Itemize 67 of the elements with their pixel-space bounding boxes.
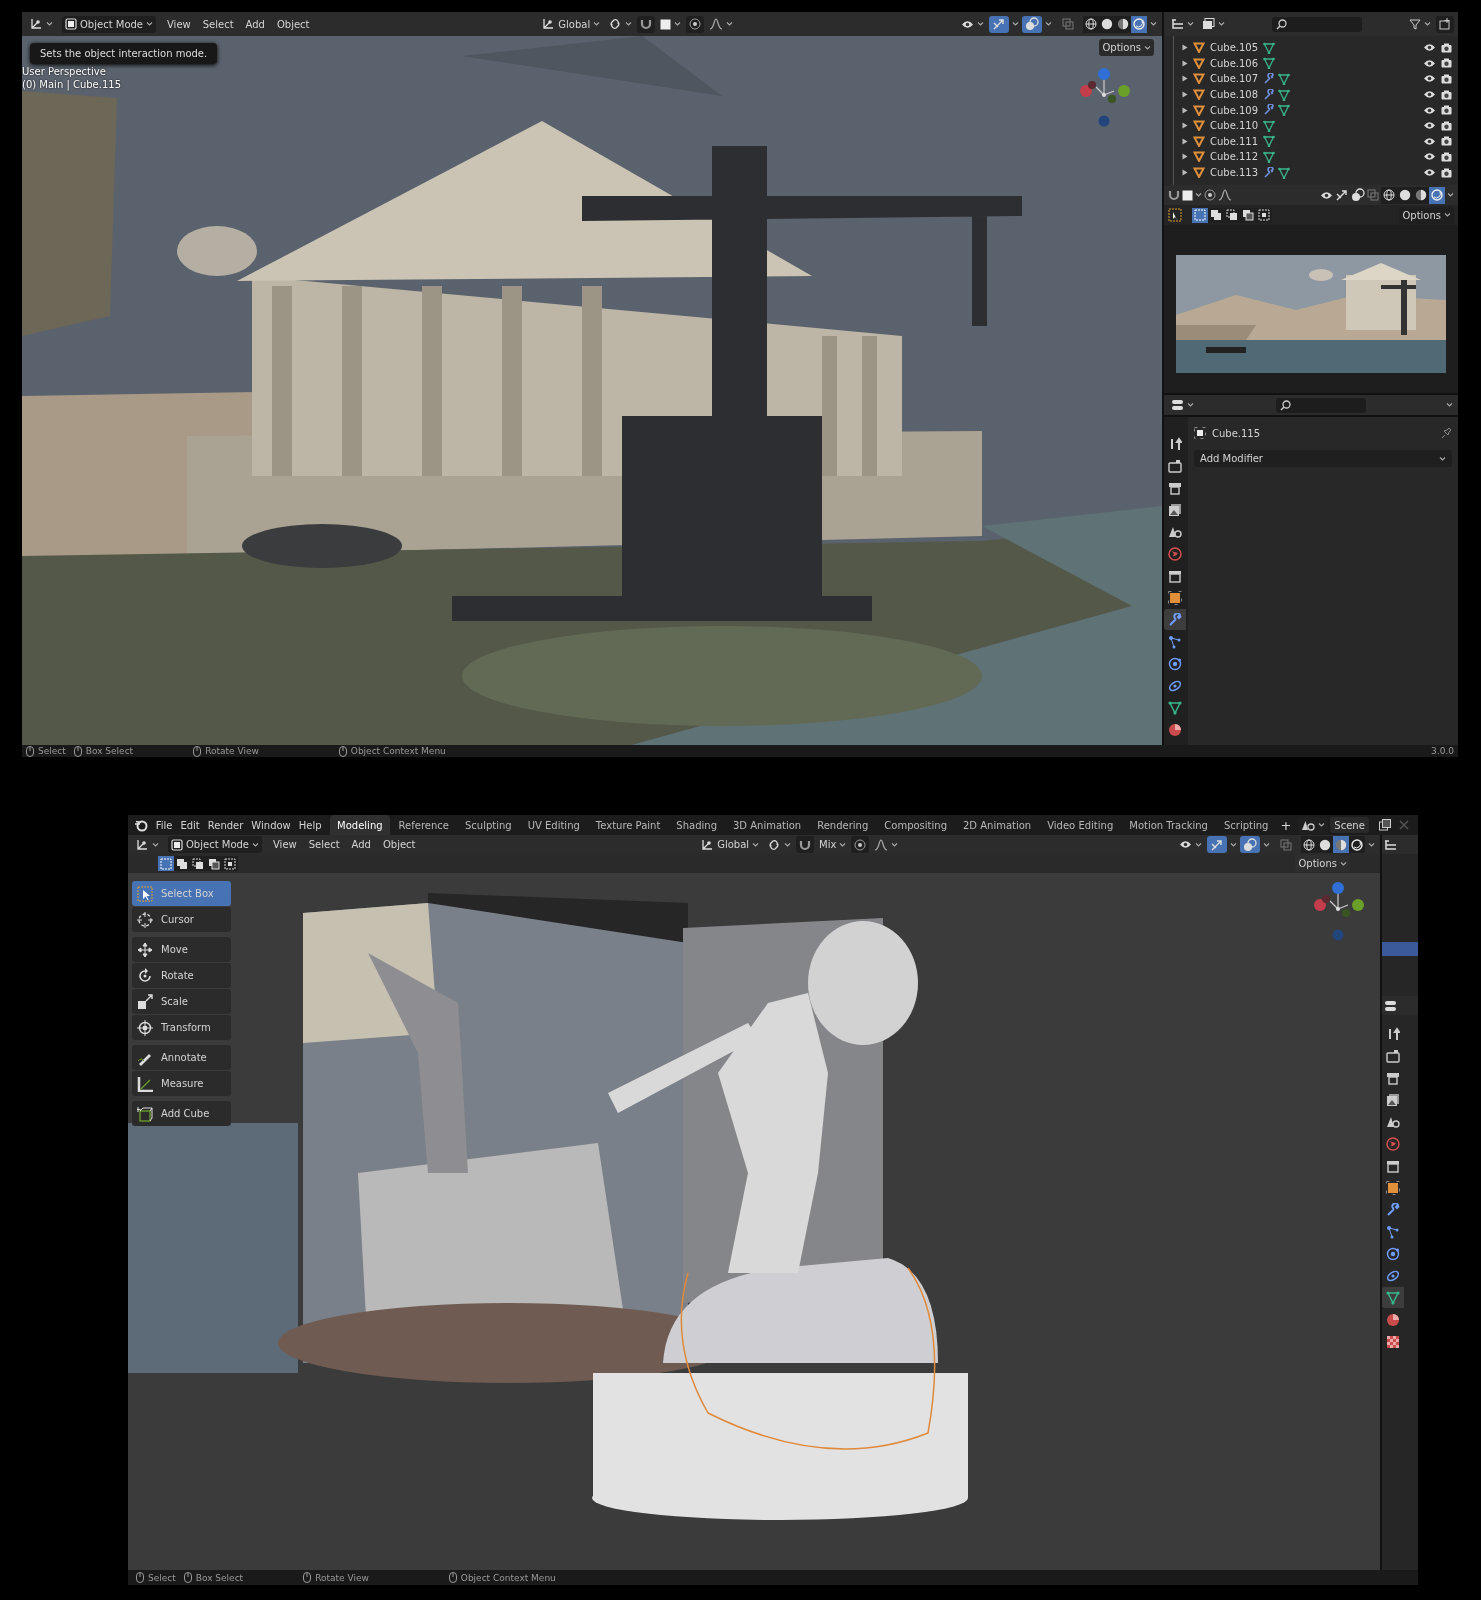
orientation-dropdown[interactable]: Global: [697, 836, 763, 853]
menu-item[interactable]: View: [270, 836, 300, 853]
tool-button[interactable]: Add Cube: [132, 1101, 231, 1126]
menu-item[interactable]: Select: [199, 15, 237, 33]
menu-item[interactable]: Help: [295, 816, 325, 834]
menu-item[interactable]: Render: [204, 816, 247, 834]
workspace-tab[interactable]: Scripting: [1216, 815, 1276, 835]
object-name[interactable]: Cube.112: [1210, 151, 1258, 163]
object-name: Cube.115: [1212, 427, 1261, 439]
orientation-dropdown[interactable]: Global: [538, 15, 604, 33]
object-name[interactable]: Cube.108: [1210, 89, 1258, 101]
tool-button[interactable]: Cursor: [132, 907, 231, 932]
object-name[interactable]: Cube.107: [1210, 73, 1258, 85]
menu-item[interactable]: Add: [348, 836, 374, 853]
workspace-tab[interactable]: Reference: [391, 815, 456, 835]
menu-item[interactable]: Window: [248, 816, 294, 834]
workspace-tab[interactable]: Sculpting: [457, 815, 519, 835]
tool-button[interactable]: Rotate: [132, 963, 231, 988]
object-name[interactable]: Cube.113: [1210, 167, 1258, 179]
workspace-tab[interactable]: Shading: [669, 815, 724, 835]
status-hint: Select: [38, 746, 66, 756]
menu-item[interactable]: Object: [379, 836, 419, 853]
add-modifier-dropdown[interactable]: Add Modifier: [1194, 450, 1452, 467]
options-dropdown[interactable]: Options: [1099, 39, 1154, 56]
workspace-tab[interactable]: Compositing: [877, 815, 954, 835]
viewport-label: User Perspective: [22, 66, 107, 77]
scene-field[interactable]: Scene: [1330, 817, 1369, 833]
options-dropdown[interactable]: Options: [1399, 206, 1454, 224]
workspace-tab[interactable]: Motion Tracking: [1122, 815, 1215, 835]
status-hint: Object Context Menu: [460, 1572, 556, 1583]
workspace-tab[interactable]: Video Editing: [1040, 815, 1121, 835]
mode-dropdown[interactable]: Object Mode: [62, 15, 156, 33]
workspace-tab[interactable]: 3D Animation: [726, 815, 809, 835]
object-name[interactable]: Cube.105: [1210, 42, 1258, 54]
workspace-tab[interactable]: Texture Paint: [588, 815, 668, 835]
menu-item[interactable]: Select: [305, 836, 343, 853]
tool-button[interactable]: Annotate: [132, 1045, 231, 1070]
status-hint: Box Select: [85, 746, 134, 756]
tooltip: Sets the object interaction mode.: [30, 43, 218, 64]
viewport-label: (0) Main | Cube.115: [22, 79, 122, 90]
status-hint: Object Context Menu: [350, 746, 446, 756]
object-name[interactable]: Cube.109: [1210, 104, 1258, 116]
workspace-tab[interactable]: UV Editing: [520, 815, 587, 835]
menu-item[interactable]: File: [152, 816, 176, 834]
tool-button[interactable]: Move: [132, 937, 231, 962]
options-dropdown[interactable]: Options: [1295, 855, 1350, 872]
object-name[interactable]: Cube.110: [1210, 120, 1258, 132]
object-name[interactable]: Cube.111: [1210, 135, 1258, 147]
mode-dropdown[interactable]: Object Mode: [168, 836, 262, 853]
object-name[interactable]: Cube.106: [1210, 57, 1258, 69]
menu-item[interactable]: View: [164, 15, 194, 33]
workspace-tab[interactable]: 2D Animation: [956, 815, 1039, 835]
tool-button[interactable]: Scale: [132, 989, 231, 1014]
status-hint: Select: [148, 1572, 176, 1583]
status-hint: Box Select: [195, 1572, 244, 1583]
workspace-tab[interactable]: Modeling: [330, 815, 390, 835]
status-hint: Rotate View: [315, 1572, 369, 1583]
tool-button[interactable]: Measure: [132, 1071, 231, 1096]
status-hint: Rotate View: [205, 746, 259, 756]
tool-button[interactable]: Transform: [132, 1015, 231, 1040]
menu-item[interactable]: Edit: [177, 816, 203, 834]
menu-item[interactable]: Object: [273, 15, 313, 33]
snap-target-dropdown[interactable]: Mix: [816, 836, 850, 853]
workspace-tab[interactable]: Rendering: [810, 815, 876, 835]
menu-item[interactable]: Add: [242, 15, 268, 33]
version-label: 3.0.0: [1431, 746, 1454, 756]
add-workspace-button[interactable]: +: [1277, 816, 1295, 834]
